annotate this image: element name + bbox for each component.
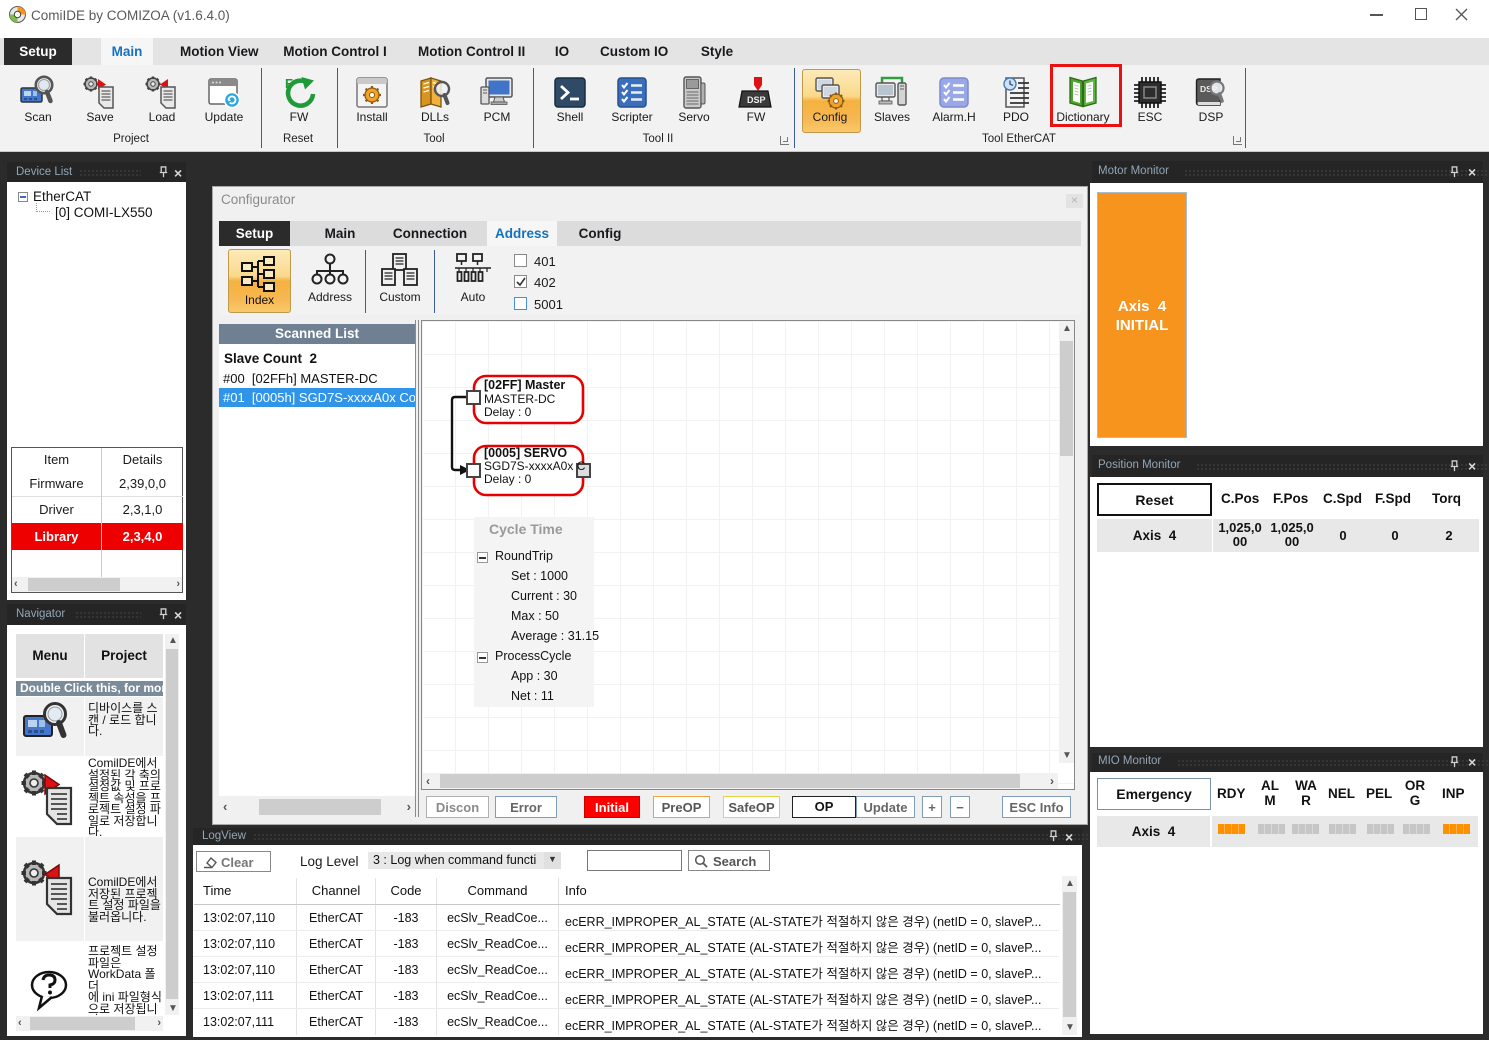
svg-text:F: F xyxy=(285,76,293,91)
svg-text:MASTER-DC: MASTER-DC xyxy=(484,392,556,406)
svg-text:Delay : 0: Delay : 0 xyxy=(484,472,532,486)
svg-text:DSP: DSP xyxy=(747,95,766,105)
svg-text:[02FF] Master: [02FF] Master xyxy=(484,378,565,392)
svg-text:Delay : 0: Delay : 0 xyxy=(484,405,532,419)
svg-text:SGD7S-xxxxA0x C: SGD7S-xxxxA0x C xyxy=(484,459,586,473)
svg-text:[0005] SERVO: [0005] SERVO xyxy=(484,446,567,460)
